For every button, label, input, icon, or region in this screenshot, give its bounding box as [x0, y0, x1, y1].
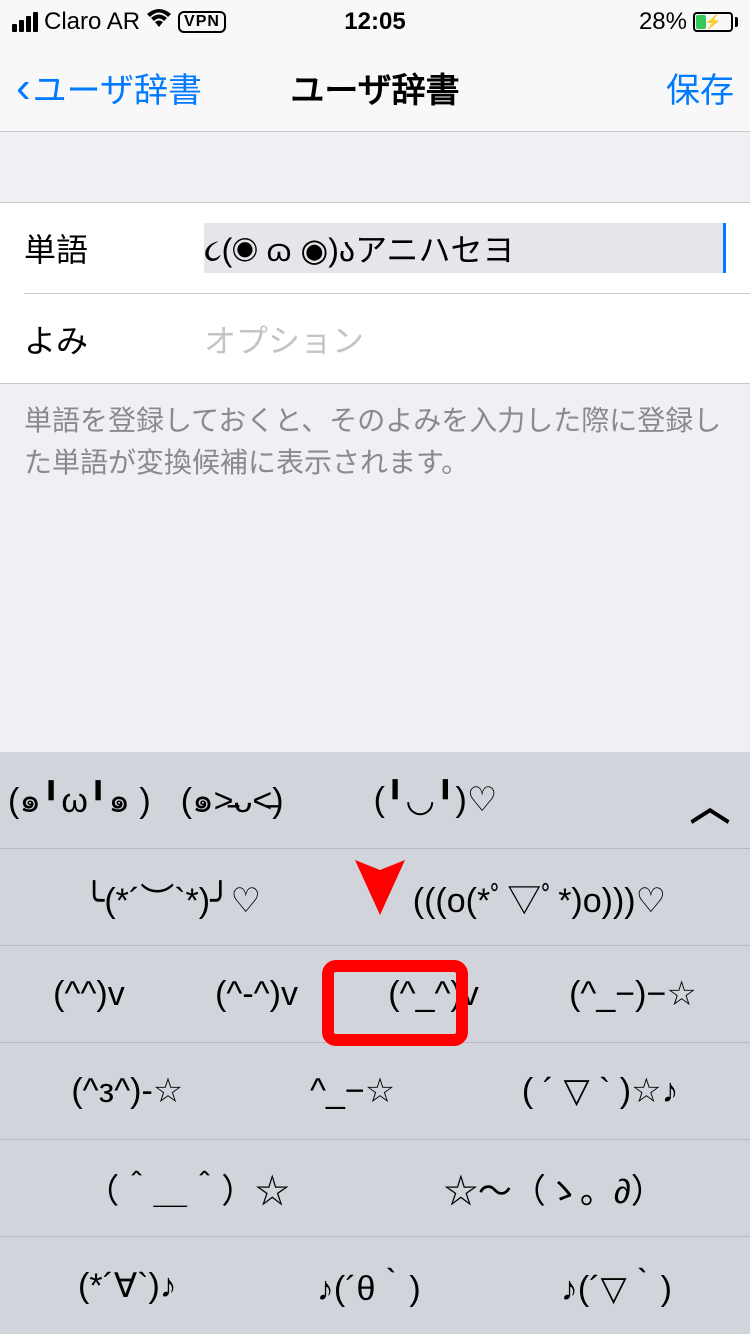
expand-keyboard-button[interactable]: ︿: [690, 774, 730, 832]
reading-row: よみ オプション: [24, 293, 750, 383]
back-button[interactable]: ‹ ユーザ辞書: [16, 63, 202, 113]
kb-row-1: (๑╹ω╹๑ ) (๑˃̵ᴗ˂̵) (╹◡╹)♡ ︿: [0, 752, 750, 849]
status-right: 28% ⚡: [639, 8, 738, 36]
save-button[interactable]: 保存: [666, 63, 734, 112]
kaomoji-key[interactable]: (^_^)v: [388, 975, 478, 1014]
kaomoji-key[interactable]: (^-^)v: [215, 975, 298, 1014]
kaomoji-key[interactable]: ☆〜（ゝ。∂）: [444, 1164, 665, 1213]
carrier-label: Claro AR: [44, 8, 140, 36]
status-time: 12:05: [344, 8, 405, 36]
form-group: 単語 ૮(◉ ɷ ◉)აアニハセヨ よみ オプション: [0, 202, 750, 384]
kaomoji-key[interactable]: （＾＿＾）☆: [85, 1164, 289, 1213]
kaomoji-key[interactable]: (*´∀`)♪: [78, 1266, 177, 1306]
kaomoji-key[interactable]: ( ´ ▽ ` )☆♪: [522, 1071, 679, 1111]
kaomoji-key[interactable]: ♪(´θ｀): [317, 1261, 421, 1310]
nav-bar: ‹ ユーザ辞書 ユーザ辞書 保存: [0, 44, 750, 132]
kaomoji-key[interactable]: (^з^)-☆: [71, 1071, 183, 1111]
wifi-icon: [146, 8, 172, 36]
kaomoji-key[interactable]: (╹◡╹)♡: [374, 780, 498, 820]
signal-icon: [12, 12, 38, 32]
kaomoji-key[interactable]: ^_−☆: [310, 1071, 395, 1111]
reading-label: よみ: [24, 316, 204, 362]
kaomoji-key[interactable]: (๑˃̵ᴗ˂̵): [181, 773, 284, 827]
page-title: ユーザ辞書: [290, 63, 459, 112]
helper-text: 単語を登録しておくと、そのよみを入力した際に登録した単語が変換候補に表示されます…: [0, 384, 750, 500]
kaomoji-key[interactable]: (๑╹ω╹๑ ): [8, 773, 151, 827]
reading-input[interactable]: オプション: [204, 316, 726, 362]
kaomoji-keyboard: (๑╹ω╹๑ ) (๑˃̵ᴗ˂̵) (╹◡╹)♡ ︿ ╰(*´︶`*)╯♡ ((…: [0, 752, 750, 1334]
kb-row-5: （＾＿＾）☆ ☆〜（ゝ。∂）: [0, 1140, 750, 1237]
chevron-left-icon: ‹: [16, 63, 31, 113]
word-row: 単語 ૮(◉ ɷ ◉)აアニハセヨ: [0, 203, 750, 293]
status-left: Claro AR VPN: [12, 8, 226, 36]
word-label: 単語: [24, 225, 204, 271]
kb-row-4: (^з^)-☆ ^_−☆ ( ´ ▽ ` )☆♪: [0, 1043, 750, 1140]
vpn-badge: VPN: [178, 11, 226, 33]
battery-icon: ⚡: [693, 12, 738, 32]
status-bar: Claro AR VPN 12:05 28% ⚡: [0, 0, 750, 44]
kaomoji-key[interactable]: (^_−)−☆: [569, 974, 697, 1014]
kaomoji-key[interactable]: ♪(´▽｀): [561, 1261, 672, 1310]
kaomoji-key[interactable]: ╰(*´︶`*)╯♡: [84, 873, 261, 922]
back-label: ユーザ辞書: [33, 63, 202, 112]
word-input[interactable]: ૮(◉ ɷ ◉)აアニハセヨ: [204, 223, 726, 273]
battery-pct: 28%: [639, 8, 687, 36]
kb-row-6: (*´∀`)♪ ♪(´θ｀) ♪(´▽｀): [0, 1237, 750, 1334]
kaomoji-key[interactable]: (((o(*ﾟ▽ﾟ*)o)))♡: [413, 873, 666, 922]
kb-row-3: (^^)v (^-^)v (^_^)v (^_−)−☆: [0, 946, 750, 1043]
kaomoji-key[interactable]: (^^)v: [53, 975, 125, 1014]
kb-row-2: ╰(*´︶`*)╯♡ (((o(*ﾟ▽ﾟ*)o)))♡: [0, 849, 750, 946]
